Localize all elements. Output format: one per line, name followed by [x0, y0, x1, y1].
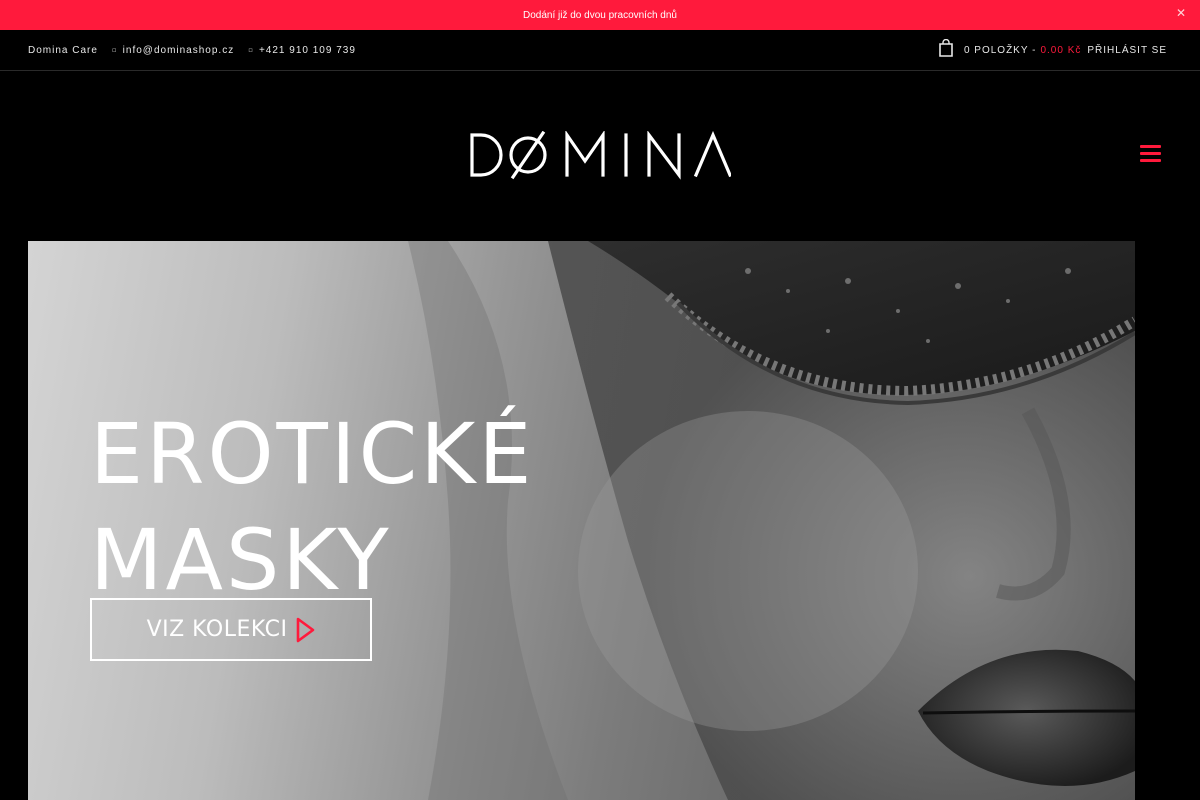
hero-title-line-1: EROTICKÉ	[90, 405, 535, 503]
play-icon	[297, 617, 315, 642]
notice-text: Dodání již do dvou pracovních dnů	[523, 9, 677, 21]
phone-label: +421 910 109 739	[258, 44, 356, 56]
cart-total[interactable]: 0.00 Kč	[1040, 45, 1081, 56]
notice-bar: Dodání již do dvou pracovních dnů ✕	[0, 0, 1200, 30]
hero-banner[interactable]: EROTICKÉ MASKY VIZ KOLEKCI	[28, 241, 1135, 800]
domina-care-link[interactable]: Domina Care	[28, 45, 98, 56]
login-link[interactable]: PŘIHLÁSIT SE	[1087, 45, 1167, 56]
view-collection-label: VIZ KOLEKCI	[146, 617, 288, 642]
cart-count[interactable]: 0 POLOŽKY -	[964, 45, 1037, 56]
domina-logo[interactable]	[469, 131, 731, 181]
top-bar: Domina Care ▫ info@dominashop.cz ▫ +421 …	[0, 30, 1200, 71]
site-header	[0, 71, 1200, 241]
email-link[interactable]: ▫ info@dominashop.cz	[112, 45, 234, 56]
email-label: info@dominashop.cz	[122, 44, 235, 56]
domina-care-label: Domina Care	[28, 44, 98, 56]
account-area: 0 POLOŽKY - 0.00 Kč PŘIHLÁSIT SE	[938, 30, 1167, 70]
phone-icon: ▫	[248, 46, 254, 54]
hamburger-menu-icon[interactable]	[1140, 145, 1161, 163]
shopping-bag-icon[interactable]	[938, 39, 954, 57]
view-collection-button[interactable]: VIZ KOLEKCI	[90, 598, 372, 661]
contact-info: Domina Care ▫ info@dominashop.cz ▫ +421 …	[28, 30, 356, 70]
hero-title: EROTICKÉ MASKY	[90, 401, 650, 613]
close-icon[interactable]: ✕	[1174, 6, 1188, 22]
phone-link[interactable]: ▫ +421 910 109 739	[248, 45, 356, 56]
envelope-icon: ▫	[111, 46, 118, 54]
